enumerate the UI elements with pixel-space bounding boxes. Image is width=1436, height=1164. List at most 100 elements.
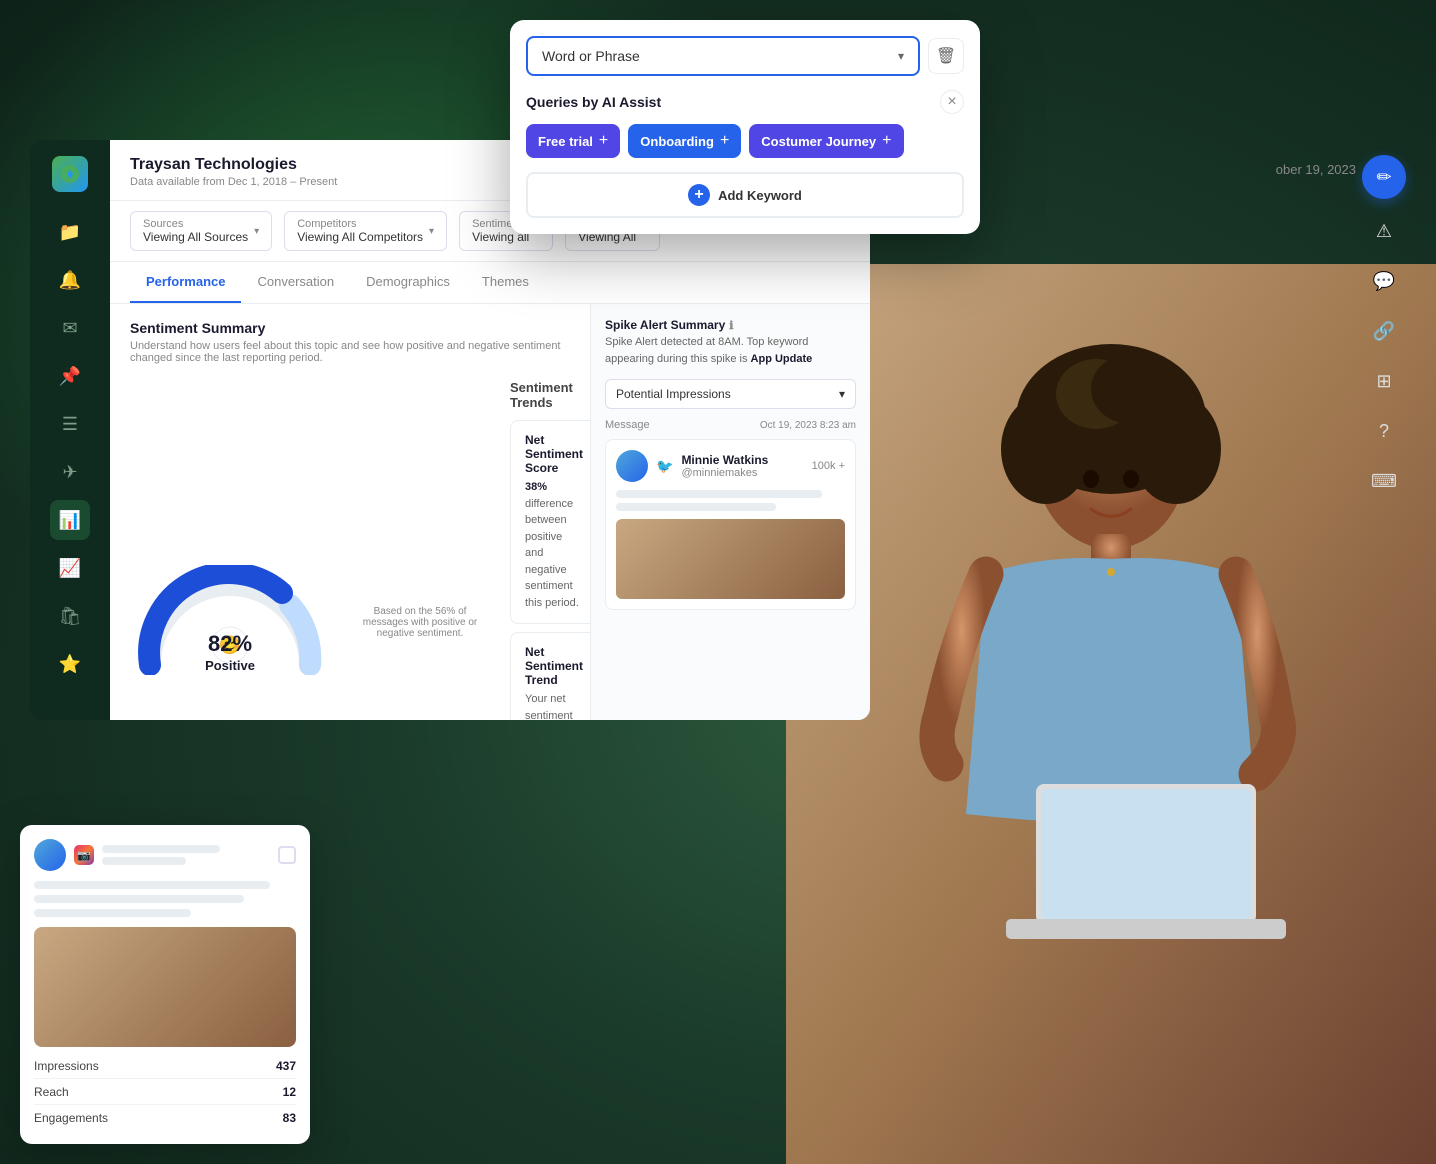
add-keyword-plus-icon: + bbox=[688, 184, 710, 206]
sources-label: Sources bbox=[143, 218, 248, 230]
sources-chevron-icon: ▾ bbox=[254, 226, 259, 237]
sentiment-summary-subtitle: Understand how users feel about this top… bbox=[130, 340, 570, 364]
tab-conversation[interactable]: Conversation bbox=[241, 262, 350, 303]
net-score-text: 38% difference between positive and nega… bbox=[525, 479, 583, 611]
date-display: ober 19, 2023 bbox=[1276, 162, 1356, 177]
query-input-field[interactable]: Word or Phrase ▾ bbox=[526, 36, 920, 76]
help-icon[interactable]: ? bbox=[1368, 415, 1400, 447]
sidebar-icon-bar[interactable]: 📈 bbox=[50, 548, 90, 588]
reach-stat-value: 12 bbox=[283, 1085, 296, 1099]
query-input-chevron-icon: ▾ bbox=[898, 49, 904, 63]
social-card: 📷 Impressions 437 Reach 12 Engagements 8… bbox=[20, 825, 310, 1144]
impressions-stat: Impressions 437 bbox=[34, 1059, 296, 1079]
content-line-3 bbox=[34, 909, 191, 917]
tweet-user-info: Minnie Watkins @minniemakes bbox=[681, 453, 768, 479]
gauge-percent: 82% bbox=[205, 631, 255, 657]
impressions-stat-value: 437 bbox=[276, 1059, 296, 1073]
trends-title: Sentiment Trends bbox=[510, 380, 590, 410]
woman-photo bbox=[786, 264, 1436, 1164]
engagements-stat: Engagements 83 bbox=[34, 1111, 296, 1130]
info-icon: ℹ bbox=[729, 319, 733, 332]
net-score-title: Net Sentiment Score bbox=[525, 433, 583, 475]
tweet-followers: 100k + bbox=[812, 460, 845, 472]
sidebar-icon-star[interactable]: ⭐ bbox=[50, 644, 90, 684]
content-line-1 bbox=[34, 881, 270, 889]
sources-value: Viewing All Sources bbox=[143, 230, 248, 244]
social-line-1 bbox=[102, 845, 220, 853]
sidebar-icon-shop[interactable]: 🛍 bbox=[50, 596, 90, 636]
left-content: Sentiment Summary Understand how users f… bbox=[110, 304, 590, 720]
competitors-label: Competitors bbox=[297, 218, 423, 230]
sources-filter[interactable]: Sources Viewing All Sources ▾ bbox=[130, 211, 272, 251]
keyword-tag-onboarding-label: Onboarding bbox=[640, 134, 714, 149]
keyword-tag-costumer-journey[interactable]: Costumer Journey + bbox=[749, 124, 903, 158]
tweet-user: 🐦 Minnie Watkins @minniemakes 100k + bbox=[616, 450, 845, 482]
net-score-card: Net Sentiment Score 38% difference betwe… bbox=[510, 420, 590, 624]
tweet-avatar bbox=[616, 450, 648, 482]
keyword-tag-free-trial-label: Free trial bbox=[538, 134, 593, 149]
net-trend-text: Your net sentiment score decreased by 11… bbox=[525, 691, 583, 720]
app-logo[interactable] bbox=[52, 156, 88, 192]
gauge-container: 😊 82% Positive Based on the 56% of messa… bbox=[130, 380, 570, 720]
social-stats: Impressions 437 Reach 12 Engagements 83 bbox=[34, 1059, 296, 1130]
right-side-icons: ⚠ 💬 🔗 ⊞ ? ⌨ bbox=[1368, 215, 1400, 497]
competitors-value: Viewing All Competitors bbox=[297, 230, 423, 244]
reach-stat-label: Reach bbox=[34, 1085, 69, 1099]
tweet-handle: @minniemakes bbox=[681, 467, 768, 479]
tab-bar: Performance Conversation Demographics Th… bbox=[110, 262, 870, 304]
keyword-tag-costumer-journey-label: Costumer Journey bbox=[761, 134, 876, 149]
alert-icon[interactable]: ⚠ bbox=[1368, 215, 1400, 247]
query-delete-button[interactable]: 🗑 bbox=[928, 38, 964, 74]
tab-performance[interactable]: Performance bbox=[130, 262, 241, 303]
spike-alert-text: Spike Alert detected at 8AM. Top keyword… bbox=[605, 334, 856, 367]
impressions-dropdown[interactable]: Potential Impressions ▾ bbox=[605, 379, 856, 409]
edit-button[interactable]: ✏ bbox=[1362, 155, 1406, 199]
trends-section: Sentiment Trends Net Sentiment Score 38%… bbox=[510, 380, 590, 720]
sidebar-icon-pin[interactable]: 📌 bbox=[50, 356, 90, 396]
sentiment-summary-title: Sentiment Summary bbox=[130, 320, 570, 336]
engagements-stat-value: 83 bbox=[283, 1111, 296, 1125]
keyword-tag-onboarding-plus-icon: + bbox=[720, 132, 729, 150]
add-keyword-label: Add Keyword bbox=[718, 188, 802, 203]
sidebar-icon-list[interactable]: ☰ bbox=[50, 404, 90, 444]
sidebar-icon-send[interactable]: ✈ bbox=[50, 452, 90, 492]
add-keyword-button[interactable]: + Add Keyword bbox=[526, 172, 964, 218]
sidebar: 📁 🔔 ✉ 📌 ☰ ✈ 📊 📈 🛍 ⭐ bbox=[30, 140, 110, 720]
sidebar-icon-folder[interactable]: 📁 bbox=[50, 212, 90, 252]
link-icon[interactable]: 🔗 bbox=[1368, 315, 1400, 347]
gauge-description: Based on the 56% of messages with positi… bbox=[350, 606, 490, 639]
tab-demographics[interactable]: Demographics bbox=[350, 262, 466, 303]
sidebar-icon-mail[interactable]: ✉ bbox=[50, 308, 90, 348]
social-avatar bbox=[34, 839, 66, 871]
tweet-card: 🐦 Minnie Watkins @minniemakes 100k + bbox=[605, 439, 856, 610]
add-icon[interactable]: ⊞ bbox=[1368, 365, 1400, 397]
spike-alert-title: Spike Alert Summary ℹ bbox=[605, 318, 856, 332]
main-area: Sentiment Summary Understand how users f… bbox=[110, 304, 870, 720]
keyboard-icon[interactable]: ⌨ bbox=[1368, 465, 1400, 497]
net-trend-title: Net Sentiment Trend bbox=[525, 645, 583, 687]
reach-stat: Reach 12 bbox=[34, 1085, 296, 1105]
gauge-text: 82% Positive bbox=[205, 631, 255, 675]
engagements-stat-label: Engagements bbox=[34, 1111, 108, 1125]
gauge-chart: 😊 82% Positive bbox=[130, 565, 330, 675]
ai-assist-header: Queries by AI Assist × bbox=[526, 90, 964, 114]
chat-icon[interactable]: 💬 bbox=[1368, 265, 1400, 297]
sidebar-icon-chart[interactable]: 📊 bbox=[50, 500, 90, 540]
tab-themes[interactable]: Themes bbox=[466, 262, 545, 303]
social-header-lines bbox=[102, 845, 270, 865]
keyword-tag-costumer-journey-plus-icon: + bbox=[882, 132, 891, 150]
query-popup: Word or Phrase ▾ 🗑 Queries by AI Assist … bbox=[510, 20, 980, 234]
keyword-tags: Free trial + Onboarding + Costumer Journ… bbox=[526, 124, 964, 158]
social-image bbox=[34, 927, 296, 1047]
keyword-tag-onboarding[interactable]: Onboarding + bbox=[628, 124, 741, 158]
query-input-row: Word or Phrase ▾ 🗑 bbox=[526, 36, 964, 76]
ai-assist-close-button[interactable]: × bbox=[940, 90, 964, 114]
keyword-tag-free-trial-plus-icon: + bbox=[599, 132, 608, 150]
gauge-label: Positive bbox=[205, 658, 255, 673]
query-input-label: Word or Phrase bbox=[542, 48, 640, 64]
social-checkbox[interactable] bbox=[278, 846, 296, 864]
net-trend-card: Net Sentiment Trend Your net sentiment s… bbox=[510, 632, 590, 720]
competitors-filter[interactable]: Competitors Viewing All Competitors ▾ bbox=[284, 211, 447, 251]
keyword-tag-free-trial[interactable]: Free trial + bbox=[526, 124, 620, 158]
sidebar-icon-bell[interactable]: 🔔 bbox=[50, 260, 90, 300]
